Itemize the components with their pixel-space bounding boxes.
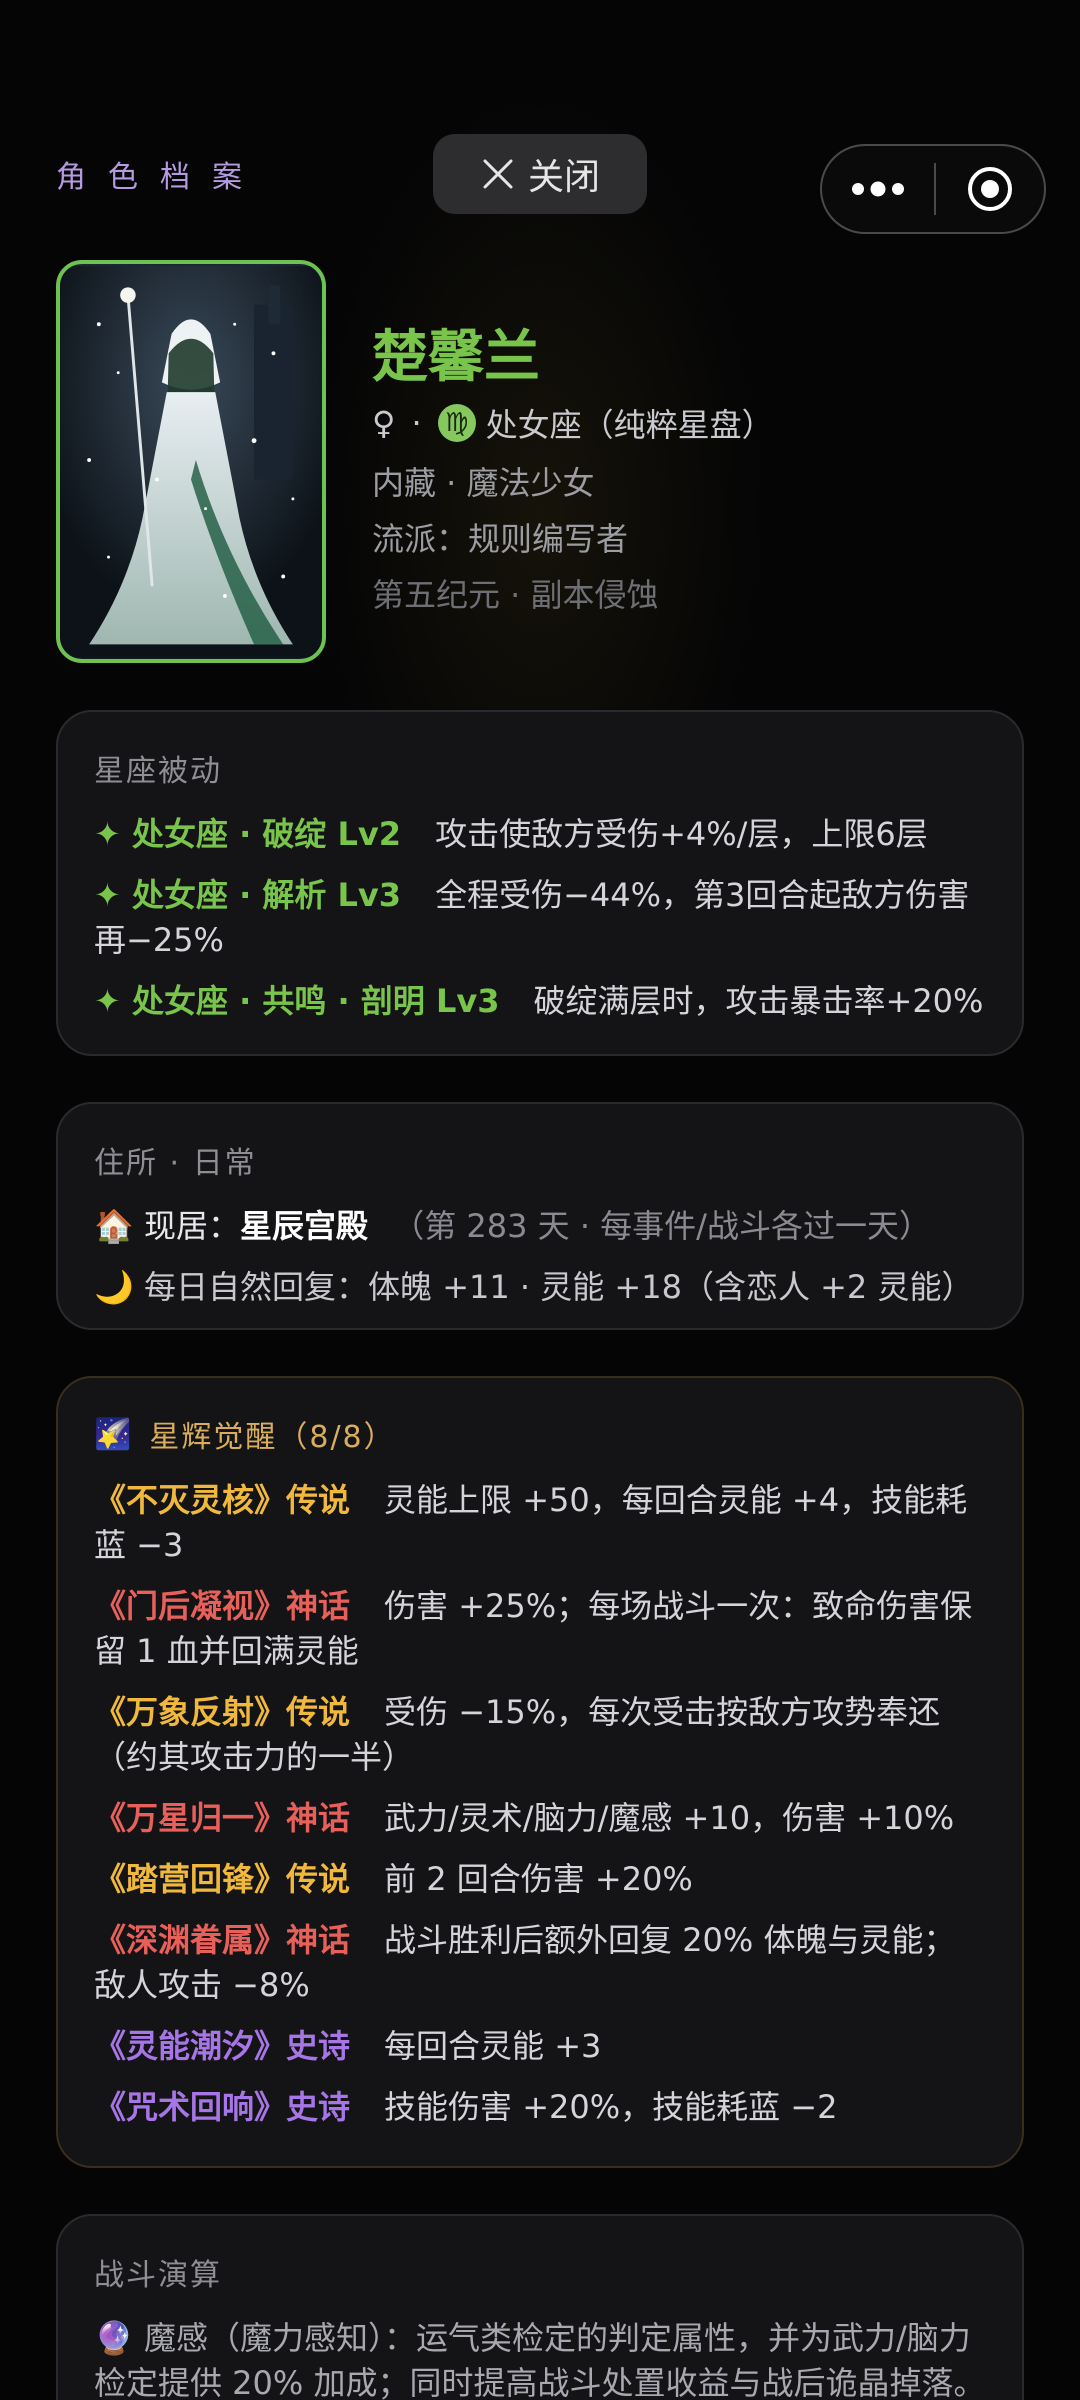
passive-desc: 破绽满层时，攻击暴击率+20%: [533, 982, 984, 1020]
card-title: 🌠 星辉觉醒（8/8）: [94, 1412, 986, 1456]
awakening-tag: 《灵能潮汐》史诗: [94, 2027, 351, 2065]
card-title: 战斗演算: [94, 2258, 222, 2293]
gender-zodiac-line: ♀ · ♍ 处女座（纯粹星盘）: [372, 400, 774, 446]
zodiac-text: 处女座（纯粹星盘）: [485, 406, 774, 444]
close-button[interactable]: 关闭: [433, 134, 647, 214]
awakening-item: 《万星归一》神话 武力/灵术/脑力/魔感 +10，伤害 +10%: [94, 1796, 986, 1841]
school-line: 流派：规则编写者: [372, 520, 629, 558]
more-button[interactable]: [822, 146, 934, 232]
awakening-item: 《灵能潮汐》史诗 每回合灵能 +3: [94, 2024, 986, 2069]
awakening-desc: 武力/灵术/脑力/魔感 +10，伤害 +10%: [384, 1799, 955, 1837]
target-circle-icon: [968, 167, 1012, 211]
moon-icon: 🌙: [94, 1268, 134, 1306]
more-dots-icon: [852, 181, 904, 197]
combat-text: 魔感（魔力感知）：运气类检定的判定属性，并为武力/脑力检定提供 20% 加成；同…: [94, 2319, 986, 2400]
female-icon: ♀: [372, 404, 396, 442]
passive-tag: ✦ 处女座 · 解析 Lv3: [94, 876, 402, 914]
awakening-tag: 《万星归一》神话: [94, 1799, 351, 1837]
awakening-desc: 前 2 回合伤害 +20%: [384, 1860, 693, 1898]
exit-button[interactable]: [936, 146, 1044, 232]
awakening-desc: 技能伤害 +20%，技能耗蓝 −2: [384, 2088, 838, 2126]
crystal-ball-icon: 🔮: [94, 2319, 134, 2357]
awakening-tag: 《踏营回锋》传说: [94, 1860, 351, 1898]
awakening-item: 《门后凝视》神话 伤害 +25%；每场战斗一次：致命伤害保留 1 血并回满灵能: [94, 1584, 986, 1674]
archive-title: 角色档案: [56, 160, 264, 195]
card-title: 星座被动: [94, 754, 222, 789]
zodiac-passive-card: 星座被动 ✦ 处女座 · 破绽 Lv2 攻击使敌方受伤+4%/层，上限6层 ✦ 处…: [56, 710, 1024, 1056]
close-label: 关闭: [527, 157, 600, 198]
awakening-tag: 《门后凝视》神话: [94, 1587, 351, 1625]
portrait-illustration: [60, 265, 322, 658]
recovery-line: 🌙 每日自然回复：体魄 +11 · 灵能 +18（含恋人 +2 灵能）: [94, 1265, 986, 1310]
awakening-item: 《咒术回响》史诗 技能伤害 +20%，技能耗蓝 −2: [94, 2085, 986, 2130]
residence-card: 住所 · 日常 🏠 现居：星辰宫殿 （第 283 天 · 每事件/战斗各过一天）…: [56, 1102, 1024, 1330]
awakening-tag: 《深渊眷属》神话: [94, 1921, 351, 1959]
house-icon: 🏠: [94, 1207, 134, 1245]
passive-item: ✦ 处女座 · 解析 Lv3 全程受伤−44%，第3回合起敌方伤害再−25%: [94, 873, 986, 963]
awakening-tag: 《不灭灵核》传说: [94, 1481, 351, 1519]
home-label: 现居：: [144, 1207, 241, 1245]
awakening-tag: 《万象反射》传说: [94, 1693, 351, 1731]
identity-line: 内藏 · 魔法少女: [372, 464, 595, 502]
virgo-icon: ♍: [437, 404, 476, 442]
combat-note: 🔮 魔感（魔力感知）：运气类检定的判定属性，并为武力/脑力检定提供 20% 加成…: [94, 2316, 986, 2400]
combat-calc-card: 战斗演算 🔮 魔感（魔力感知）：运气类检定的判定属性，并为武力/脑力检定提供 2…: [56, 2214, 1024, 2400]
home-value: 星辰宫殿: [240, 1207, 369, 1245]
passive-tag: ✦ 处女座 · 共鸣 · 剖明 Lv3: [94, 982, 500, 1020]
close-icon: [483, 159, 513, 189]
home-note: （第 283 天 · 每事件/战斗各过一天）: [392, 1207, 931, 1245]
star-awakening-card: 🌠 星辉觉醒（8/8） 《不灭灵核》传说 灵能上限 +50，每回合灵能 +4，技能…: [56, 1376, 1024, 2168]
shooting-star-icon: 🌠: [94, 1416, 134, 1452]
awakening-desc: 每回合灵能 +3: [384, 2027, 602, 2065]
passive-desc: 攻击使敌方受伤+4%/层，上限6层: [435, 815, 928, 853]
passive-item: ✦ 处女座 · 共鸣 · 剖明 Lv3 破绽满层时，攻击暴击率+20%: [94, 979, 986, 1024]
card-title: 住所 · 日常: [94, 1146, 257, 1181]
character-portrait: [56, 260, 326, 663]
passive-tag: ✦ 处女座 · 破绽 Lv2: [94, 815, 402, 853]
recovery-text: 每日自然回复：体魄 +11 · 灵能 +18（含恋人 +2 灵能）: [144, 1268, 974, 1306]
miniprogram-capsule: [820, 144, 1046, 234]
awakening-item: 《万象反射》传说 受伤 −15%，每次受击按敌方攻势奉还（约其攻击力的一半）: [94, 1690, 986, 1780]
residence-line: 🏠 现居：星辰宫殿 （第 283 天 · 每事件/战斗各过一天）: [94, 1204, 986, 1249]
awakening-title: 星辉觉醒（8/8）: [149, 1420, 396, 1455]
passive-item: ✦ 处女座 · 破绽 Lv2 攻击使敌方受伤+4%/层，上限6层: [94, 812, 986, 857]
awakening-item: 《踏营回锋》传说前 2 回合伤害 +20%: [94, 1857, 986, 1902]
awakening-tag: 《咒术回响》史诗: [94, 2088, 351, 2126]
separator-dot: ·: [411, 404, 422, 442]
era-line: 第五纪元 · 副本侵蚀: [372, 576, 659, 614]
awakening-item: 《深渊眷属》神话 战斗胜利后额外回复 20% 体魄与灵能；敌人攻击 −8%: [94, 1918, 986, 2008]
character-name: 楚馨兰: [372, 325, 540, 390]
awakening-item: 《不灭灵核》传说 灵能上限 +50，每回合灵能 +4，技能耗蓝 −3: [94, 1478, 986, 1568]
